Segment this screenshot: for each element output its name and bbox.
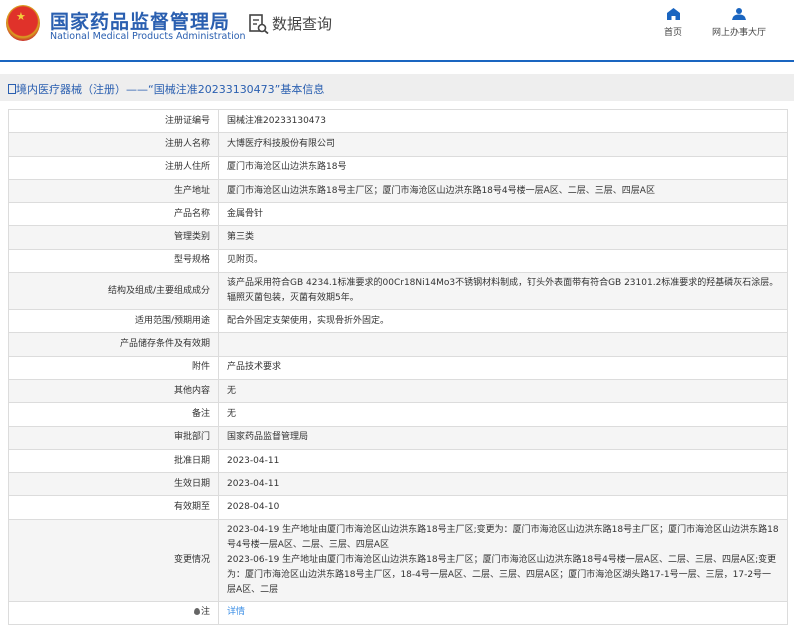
field-label: 产品名称 xyxy=(8,202,219,227)
field-label: 生效日期 xyxy=(8,472,219,497)
field-label: 注册人住所 xyxy=(8,155,219,180)
page-title: 境内医疗器械（注册）——“国械注准20233130473”基本信息 xyxy=(16,83,325,96)
field-label: 注册证编号 xyxy=(8,108,219,134)
user-icon xyxy=(732,8,746,20)
field-label: 其他内容 xyxy=(8,378,219,404)
field-value: 第三类 xyxy=(218,225,788,250)
org-name-cn: 国家药品监督管理局 xyxy=(50,11,231,33)
section-label: 数据查询 xyxy=(272,15,333,33)
field-value: 国械注准20233130473 xyxy=(218,108,788,134)
table-row: 有效期至 2028-04-10 xyxy=(8,495,788,520)
document-icon xyxy=(8,84,16,94)
table-row: 适用范围/预期用途 配合外固定支架使用，实现骨折外固定。 xyxy=(8,309,788,334)
field-label: 备注 xyxy=(8,402,219,427)
table-row: 备注无 xyxy=(8,402,788,427)
field-label: 管理类别 xyxy=(8,225,219,250)
change-entry: 2023-06-19 生产地址由厦门市海沧区山边洪东路18号主厂区；厦门市海沧区… xyxy=(227,554,777,595)
field-value: 无 xyxy=(218,378,788,404)
document-search-icon xyxy=(249,13,269,34)
table-row: 注册人住所 厦门市海沧区山边洪东路18号 xyxy=(8,155,788,180)
field-value: 金属骨针 xyxy=(218,202,788,227)
device-info-table: 注册证编号 国械注准20233130473 注册人名称 大博医疗科技股份有限公司 注册人… xyxy=(8,108,788,626)
table-row: 附件 产品技术要求 xyxy=(8,355,788,380)
data-query-title: 数据查询 xyxy=(249,13,332,34)
details-link[interactable]: 详情 xyxy=(227,607,245,617)
change-entry: 2023-04-19 生产地址由厦门市海沧区山边洪东路18号主厂区;变更为：厦门… xyxy=(227,524,779,550)
field-label: 结构及组成/主要组成成分 xyxy=(8,272,219,311)
nav-home-label: 首页 xyxy=(664,28,683,38)
field-label: 适用范围/预期用途 xyxy=(8,309,219,334)
field-value: 2023-04-11 xyxy=(218,472,788,497)
field-value: 大博医疗科技股份有限公司 xyxy=(218,132,788,157)
table-row: 注册证编号 国械注准20233130473 xyxy=(8,108,788,134)
table-row: 审批部门 国家药品监督管理局 xyxy=(8,425,788,450)
table-row: 型号规格 见附页。 xyxy=(8,248,788,274)
note-label: 注 xyxy=(200,607,210,618)
table-row: 其他内容无 xyxy=(8,378,788,404)
field-value xyxy=(218,332,788,357)
field-label: 审批部门 xyxy=(8,425,219,450)
table-row: 生效日期 2023-04-11 xyxy=(8,472,788,497)
table-row: 注册人名称 大博医疗科技股份有限公司 xyxy=(8,132,788,157)
field-label: 有效期至 xyxy=(8,495,219,520)
nav-service-label: 网上办事大厅 xyxy=(712,28,767,38)
site-header: 国家药品监督管理局 National Medical Products Admi… xyxy=(0,0,794,62)
field-label: 变更情况 xyxy=(8,518,219,602)
field-value: 厦门市海沧区山边洪东路18号 xyxy=(218,155,788,180)
nav-online-service-hall[interactable]: 网上办事大厅 xyxy=(712,8,766,38)
table-row: 批准日期 2023-04-11 xyxy=(8,448,788,474)
table-row: 管理类别 第三类 xyxy=(8,225,788,250)
table-row: 变更情况 2023-04-19 生产地址由厦门市海沧区山边洪东路18号主厂区;变更… xyxy=(8,518,788,602)
field-value: 详情 xyxy=(218,600,788,626)
field-label: 附件 xyxy=(8,355,219,380)
field-value: 2023-04-11 xyxy=(218,448,788,474)
field-value: 无 xyxy=(218,402,788,427)
field-value: 国家药品监督管理局 xyxy=(218,425,788,450)
field-value: 2028-04-10 xyxy=(218,495,788,520)
table-row: 产品名称 金属骨针 xyxy=(8,202,788,227)
field-value: 该产品采用符合GB 4234.1标准要求的00Cr18Ni14Mo3不锈钢材料制… xyxy=(218,272,788,311)
field-label: 注册人名称 xyxy=(8,132,219,157)
home-icon xyxy=(666,8,680,20)
table-row: 产品储存条件及有效期 xyxy=(8,332,788,357)
table-row: 生产地址 厦门市海沧区山边洪东路18号主厂区；厦门市海沧区山边洪东路18号4号楼一… xyxy=(8,178,788,204)
field-label: 型号规格 xyxy=(8,248,219,274)
page-title-band: 境内医疗器械（注册）——“国械注准20233130473”基本信息 xyxy=(0,74,794,101)
field-value: 厦门市海沧区山边洪东路18号主厂区；厦门市海沧区山边洪东路18号4号楼一层A区、… xyxy=(218,178,788,204)
field-value: 配合外固定支架使用，实现骨折外固定。 xyxy=(218,309,788,334)
field-label: 产品储存条件及有效期 xyxy=(8,332,219,357)
org-name-en: National Medical Products Administration xyxy=(50,31,246,42)
nav-home[interactable]: 首页 xyxy=(664,8,682,38)
national-emblem-logo xyxy=(6,5,40,41)
field-value: 见附页。 xyxy=(218,248,788,274)
pin-icon xyxy=(193,608,200,616)
field-label: 注 xyxy=(8,600,219,626)
field-value: 产品技术要求 xyxy=(218,355,788,380)
field-label: 批准日期 xyxy=(8,448,219,474)
field-label: 生产地址 xyxy=(8,178,219,204)
field-value: 2023-04-19 生产地址由厦门市海沧区山边洪东路18号主厂区;变更为：厦门… xyxy=(218,518,788,602)
table-row: 注 详情 xyxy=(8,600,788,626)
table-row: 结构及组成/主要组成成分 该产品采用符合GB 4234.1标准要求的00Cr18N… xyxy=(8,272,788,311)
